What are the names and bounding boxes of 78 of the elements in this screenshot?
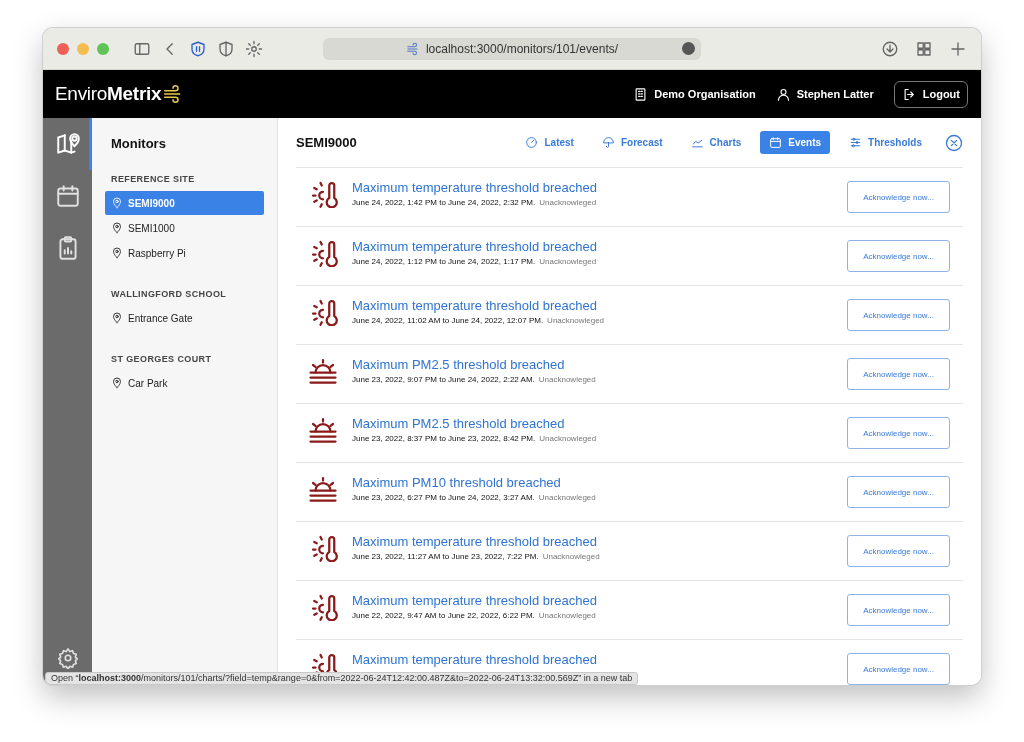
event-period: June 23, 2022, 6:27 PM to June 24, 2022, 3:27 AM. bbox=[352, 493, 535, 502]
monitor-item[interactable]: SEMI9000 bbox=[105, 191, 264, 215]
monitor-item[interactable]: Entrance Gate bbox=[105, 306, 264, 330]
location-pin-icon bbox=[111, 312, 123, 324]
umbrella-icon bbox=[601, 136, 615, 149]
event-status: Unacknowleged bbox=[539, 198, 597, 207]
close-window-button[interactable] bbox=[57, 42, 69, 55]
event-status: Unacknowleged bbox=[539, 434, 597, 443]
event-period: June 23, 2022, 11:27 AM to June 23, 2022, 7:22 PM. bbox=[352, 552, 539, 561]
map-pin-icon[interactable] bbox=[54, 131, 81, 157]
event-period: June 22, 2022, 9:47 AM to June 22, 2022, 6:22 PM. bbox=[352, 611, 535, 620]
calendar-icon[interactable] bbox=[54, 183, 81, 209]
gauge-icon bbox=[525, 136, 539, 149]
acknowledge-button[interactable]: Acknowledge now... bbox=[847, 535, 950, 567]
calendar-icon bbox=[769, 136, 783, 149]
tab[interactable]: Charts bbox=[681, 131, 751, 154]
close-icon[interactable] bbox=[945, 133, 963, 152]
address-bar[interactable]: localhost:3000/monitors/101/events/ bbox=[323, 37, 701, 60]
acknowledge-button[interactable]: Acknowledge now... bbox=[847, 299, 950, 331]
location-pin-icon bbox=[111, 247, 123, 259]
event-title-link[interactable]: Maximum PM2.5 threshold breached bbox=[352, 358, 833, 371]
group-heading: WALLINGFORD SCHOOL bbox=[111, 289, 228, 299]
location-pin-icon bbox=[111, 377, 123, 389]
tab[interactable]: Latest bbox=[516, 131, 583, 154]
event-status: Unacknowleged bbox=[542, 552, 600, 561]
acknowledge-button[interactable]: Acknowledge now... bbox=[847, 417, 950, 449]
event-title-link[interactable]: Maximum PM10 threshold breached bbox=[352, 476, 833, 489]
tab[interactable]: Thresholds bbox=[840, 131, 931, 154]
location-pin-icon bbox=[111, 197, 123, 209]
url-text: localhost:3000/monitors/101/events/ bbox=[425, 41, 619, 56]
event-title-link[interactable]: Maximum PM2.5 threshold breached bbox=[352, 417, 833, 430]
monitor-item[interactable]: SEMI1000 bbox=[105, 216, 264, 240]
brand-logo-text: EnviroMetrix bbox=[55, 83, 162, 105]
tabs-grid-icon[interactable] bbox=[915, 39, 933, 58]
event-period: June 24, 2022, 1:42 PM to June 24, 2022, 2:32 PM. bbox=[352, 198, 536, 207]
event-title-link[interactable]: Maximum temperature threshold breached bbox=[352, 653, 833, 666]
shield-icon[interactable] bbox=[217, 39, 235, 58]
logout-button[interactable]: Logout bbox=[893, 80, 968, 108]
organisation-name: Demo Organisation bbox=[654, 88, 756, 100]
acknowledge-button[interactable]: Acknowledge now... bbox=[847, 181, 950, 213]
event-title-link[interactable]: Maximum temperature threshold breached bbox=[352, 181, 833, 194]
monitor-item[interactable]: Car Park bbox=[105, 371, 264, 395]
event-status: Unacknowleged bbox=[538, 493, 596, 502]
tab[interactable]: Forecast bbox=[592, 131, 672, 154]
event-title-link[interactable]: Maximum temperature threshold breached bbox=[352, 535, 833, 548]
acknowledge-button[interactable]: Acknowledge now... bbox=[847, 240, 950, 272]
sidebar-title: Monitors bbox=[111, 136, 167, 151]
group-heading: ST GEORGES COURT bbox=[111, 354, 213, 364]
acknowledge-button[interactable]: Acknowledge now... bbox=[847, 358, 950, 390]
logout-icon bbox=[901, 86, 917, 102]
acknowledge-button[interactable]: Acknowledge now... bbox=[847, 653, 950, 685]
event-period: June 24, 2022, 11:02 AM to June 24, 2022, 12:07 PM. bbox=[352, 316, 544, 325]
event-status: Unacknowleged bbox=[538, 611, 596, 620]
event-period: June 23, 2022, 8:37 PM to June 23, 2022, 8:42 PM. bbox=[352, 434, 536, 443]
user-name: Stephen Latter bbox=[796, 88, 874, 100]
monitor-title: SEMI9000 bbox=[296, 135, 358, 150]
event-status: Unacknowleged bbox=[547, 316, 605, 325]
sliders-icon bbox=[849, 136, 863, 149]
location-pin-icon bbox=[111, 222, 123, 234]
group-heading: REFERENCE SITE bbox=[111, 174, 196, 184]
event-status: Unacknowleged bbox=[539, 257, 597, 266]
building-icon bbox=[633, 86, 649, 102]
event-period: June 24, 2022, 1:12 PM to June 24, 2022, 1:17 PM. bbox=[352, 257, 536, 266]
wind-icon bbox=[405, 41, 420, 56]
tab[interactable]: Events bbox=[760, 131, 831, 154]
event-title-link[interactable]: Maximum temperature threshold breached bbox=[352, 594, 833, 607]
plus-icon[interactable] bbox=[949, 39, 967, 58]
event-status: Unacknowleged bbox=[538, 375, 596, 384]
monitor-item[interactable]: Raspberry Pi bbox=[105, 241, 264, 265]
user-icon bbox=[775, 86, 791, 102]
event-title-link[interactable]: Maximum temperature threshold breached bbox=[352, 240, 833, 253]
acknowledge-button[interactable]: Acknowledge now... bbox=[847, 476, 950, 508]
event-period: June 23, 2022, 9:07 PM to June 24, 2022, 2:22 AM. bbox=[352, 375, 535, 384]
acknowledge-button[interactable]: Acknowledge now... bbox=[847, 594, 950, 626]
link-preview-tooltip: Open “localhost:3000/monitors/101/charts/?field=temp&range=0&from=2022-06-24T12:42:00.487Z&to=2022-06-24T13:32:00.569Z” in a new tab bbox=[45, 672, 639, 685]
shield-icon[interactable] bbox=[189, 39, 207, 58]
download-icon[interactable] bbox=[881, 39, 899, 58]
event-title-link[interactable]: Maximum temperature threshold breached bbox=[352, 299, 833, 312]
